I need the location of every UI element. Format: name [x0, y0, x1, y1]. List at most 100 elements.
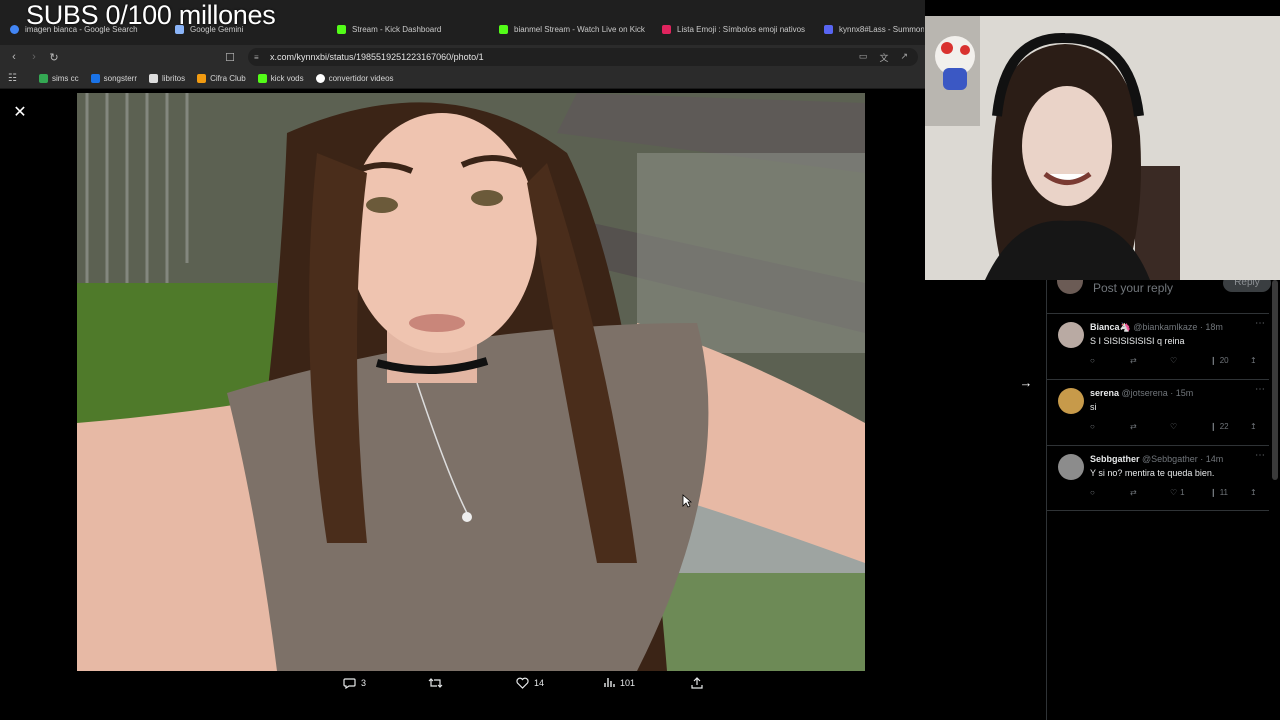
reply-action-row: ○ ⇄ ♡ ❙ 22 ↥: [1090, 422, 1260, 434]
heart-icon: [516, 677, 529, 689]
reply-handle-time[interactable]: @jotserena · 15m: [1122, 388, 1194, 398]
like-action[interactable]: 14: [516, 677, 544, 689]
bookmark-icon[interactable]: ☐: [220, 51, 240, 64]
views-count: 20: [1219, 356, 1229, 365]
reply-composer[interactable]: Post your reply Reply: [1047, 274, 1280, 295]
views-bars-icon: ❙: [1210, 356, 1217, 365]
share-icon[interactable]: ↥: [1250, 356, 1257, 365]
reply-action[interactable]: 3: [343, 677, 366, 689]
views-count: 101: [620, 677, 636, 688]
views-action[interactable]: ❙ 11: [1210, 488, 1228, 497]
tab-label: Stream - Kick Dashboard: [352, 24, 442, 34]
close-icon[interactable]: ✕: [10, 103, 30, 123]
reply-handle-time[interactable]: @biankamlkaze · 18m: [1133, 322, 1223, 332]
views-bars-icon: ❙: [1210, 488, 1217, 497]
share-icon[interactable]: ↗: [900, 51, 908, 64]
reply-item[interactable]: Sebbgather @Sebbgather · 14m ⋯ Y si no? …: [1047, 445, 1269, 511]
bookmark-label: convertidor videos: [328, 74, 394, 83]
reload-icon[interactable]: ↻: [44, 51, 64, 64]
reply-author-name[interactable]: Sebbgather: [1090, 454, 1140, 464]
reply-text: si: [1090, 402, 1097, 412]
views-count: 11: [1219, 488, 1229, 497]
cast-icon[interactable]: ▭: [859, 51, 868, 64]
reply-author-name[interactable]: serena: [1090, 388, 1119, 398]
views-bars-icon: [604, 678, 615, 687]
reply-input-placeholder[interactable]: Post your reply: [1093, 281, 1173, 295]
retweet-icon[interactable]: ⇄: [1130, 422, 1137, 431]
webcam-illustration: [925, 16, 1280, 280]
reply-icon[interactable]: ○: [1090, 488, 1095, 497]
bookmark-libritos[interactable]: libritos: [149, 74, 185, 83]
share-icon[interactable]: ↥: [1250, 488, 1257, 497]
share-icon[interactable]: ↥: [1250, 422, 1257, 431]
forward-icon[interactable]: ›: [24, 51, 44, 63]
bookmark-sims-cc[interactable]: sims cc: [38, 74, 79, 83]
like-action[interactable]: ♡ 1: [1170, 488, 1185, 497]
tab-label: kynnx8#Lass - Summon: [839, 24, 924, 34]
views-action[interactable]: 101: [604, 677, 635, 688]
bookmark-songsterr[interactable]: songsterr: [90, 74, 137, 83]
reply-item[interactable]: serena @jotserena · 15m ⋯ si ○ ⇄ ♡ ❙ 22 ↥: [1047, 379, 1269, 445]
heart-icon: ♡: [1170, 488, 1178, 497]
like-count: 1: [1180, 488, 1185, 497]
tab-emoji-list[interactable]: Lista Emoji : Símbolos emoji nativos: [662, 20, 812, 38]
reply-header: Sebbgather @Sebbgather · 14m: [1090, 454, 1223, 464]
reply-item[interactable]: Bianca🦄 @biankamlkaze · 18m ⋯ S I SISISI…: [1047, 313, 1269, 379]
like-count: 14: [534, 678, 545, 688]
tab-kick-dashboard[interactable]: Stream - Kick Dashboard: [337, 20, 487, 38]
reply-action-row: ○ ⇄ ♡ 1 ❙ 11 ↥: [1090, 488, 1260, 500]
bookmark-label: songsterr: [103, 74, 137, 83]
share-action[interactable]: [691, 677, 703, 689]
tab-kick-stream[interactable]: bianmel Stream - Watch Live on Kick: [499, 20, 649, 38]
address-bar-row: ‹ › ↻ ☐ ≡ x.com/kynnxbi/status/198551925…: [0, 45, 925, 69]
more-options-icon[interactable]: ⋯: [1255, 450, 1265, 461]
url-text: x.com/kynnxbi/status/1985519251223167060…: [270, 52, 484, 62]
google-icon: [10, 24, 19, 34]
back-icon[interactable]: ‹: [4, 51, 24, 63]
bookmark-label: kick vods: [270, 74, 304, 83]
retweet-icon: [428, 678, 443, 688]
bookmark-icon: [257, 74, 267, 83]
views-action[interactable]: ❙ 20: [1210, 356, 1229, 365]
bookmark-convertidor[interactable]: convertidor videos: [315, 74, 394, 83]
reply-icon[interactable]: ○: [1090, 356, 1095, 365]
apps-grid-icon[interactable]: ☷: [8, 73, 17, 84]
bookmark-label: libritos: [162, 74, 186, 83]
bookmark-cifra-club[interactable]: Cifra Club: [197, 74, 246, 83]
reply-handle-time[interactable]: @Sebbgather · 14m: [1142, 454, 1223, 464]
retweet-icon[interactable]: ⇄: [1130, 488, 1137, 497]
views-count: 22: [1219, 422, 1229, 431]
heart-icon[interactable]: ♡: [1170, 422, 1177, 431]
tab-summoner[interactable]: kynnx8#Lass - Summon: [824, 20, 924, 38]
reply-header: Bianca🦄 @biankamlkaze · 18m: [1090, 322, 1223, 333]
url-field[interactable]: ≡ x.com/kynnxbi/status/19855192512231670…: [248, 48, 918, 66]
reply-header: serena @jotserena · 15m: [1090, 388, 1193, 398]
bookmark-icon: [315, 74, 325, 83]
reply-text: S I SISISISISISI q reina: [1090, 336, 1185, 346]
reply-icon[interactable]: ○: [1090, 422, 1095, 431]
retweet-action[interactable]: [428, 677, 448, 689]
photo-illustration: [77, 93, 865, 671]
bookmark-label: Cifra Club: [210, 74, 246, 83]
heart-icon[interactable]: ♡: [1170, 356, 1177, 365]
more-options-icon[interactable]: ⋯: [1255, 318, 1265, 329]
avatar[interactable]: [1058, 388, 1084, 414]
more-options-icon[interactable]: ⋯: [1255, 384, 1265, 395]
bookmark-icon: [90, 74, 100, 83]
views-action[interactable]: ❙ 22: [1210, 422, 1229, 431]
translate-icon[interactable]: 文: [879, 51, 888, 64]
avatar[interactable]: [1058, 322, 1084, 348]
post-photo[interactable]: [77, 93, 865, 671]
bookmark-icon: [38, 74, 48, 83]
replies-panel: Post your reply Reply Bianca🦄 @biankamlk…: [1046, 274, 1280, 720]
retweet-icon[interactable]: ⇄: [1130, 356, 1137, 365]
site-info-icon[interactable]: ≡: [254, 53, 259, 62]
webcam-overlay: [925, 16, 1280, 280]
avatar[interactable]: [1058, 454, 1084, 480]
next-photo-arrow-icon[interactable]: →: [1015, 372, 1037, 394]
panel-scrollbar[interactable]: [1272, 280, 1278, 480]
reply-author-name[interactable]: Bianca🦄: [1090, 322, 1131, 332]
bookmark-kick-vods[interactable]: kick vods: [257, 74, 304, 83]
kick-icon: [499, 24, 508, 34]
tab-label: bianmel Stream - Watch Live on Kick: [514, 24, 645, 34]
